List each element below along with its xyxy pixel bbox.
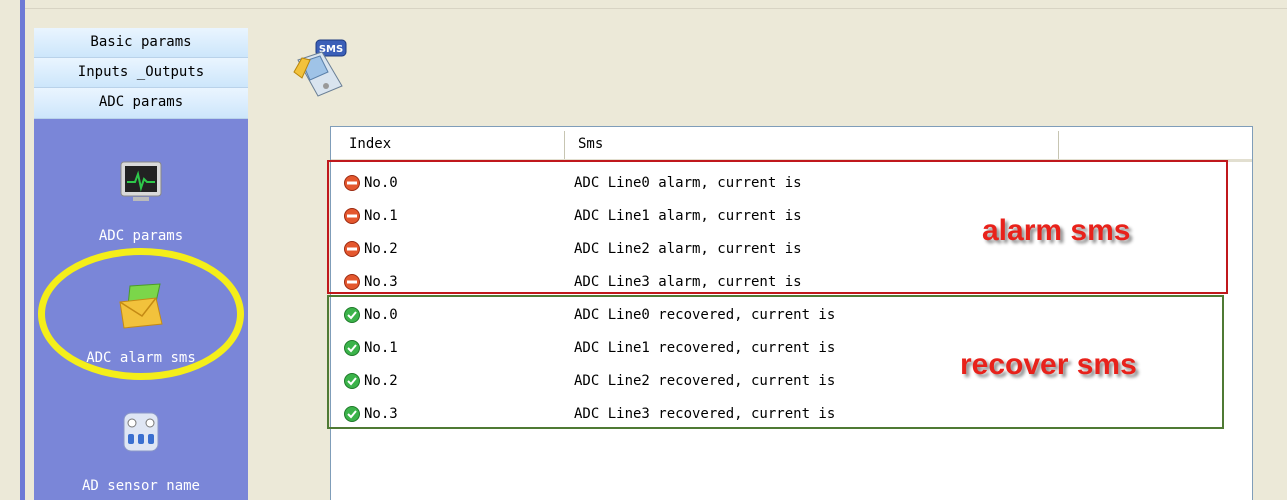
column-header-index[interactable]: Index xyxy=(349,127,391,155)
section-inputs-outputs[interactable]: Inputs _Outputs xyxy=(34,58,248,88)
window-left-edge xyxy=(0,0,20,500)
envelope-icon xyxy=(116,280,166,330)
column-divider[interactable] xyxy=(564,131,565,161)
nav-item-label: ADC alarm sms xyxy=(86,350,196,366)
nav-item-adc-params[interactable]: ADC params xyxy=(34,160,248,250)
monitor-icon xyxy=(119,160,163,204)
sidebar: Basic params Inputs _Outputs ADC params … xyxy=(34,28,248,500)
sms-phone-icon: SMS xyxy=(292,38,356,102)
nav-item-ad-sensor-name[interactable]: AD sensor name xyxy=(34,406,248,500)
window-left-border xyxy=(20,0,25,500)
list-header: Index Sms xyxy=(331,127,1252,162)
alarm-sms-annotation: alarm sms xyxy=(982,214,1131,247)
section-basic-params[interactable]: Basic params xyxy=(34,28,248,58)
column-divider[interactable] xyxy=(1058,131,1059,161)
column-header-sms[interactable]: Sms xyxy=(578,127,603,155)
nav-item-label: ADC params xyxy=(98,228,184,244)
section-adc-params[interactable]: ADC params xyxy=(34,88,248,119)
nav-item-label: AD sensor name xyxy=(81,478,200,494)
nav-item-adc-alarm-sms[interactable]: ADC alarm sms xyxy=(34,278,248,378)
recover-sms-annotation: recover sms xyxy=(960,348,1137,381)
sensor-icon xyxy=(123,412,159,452)
